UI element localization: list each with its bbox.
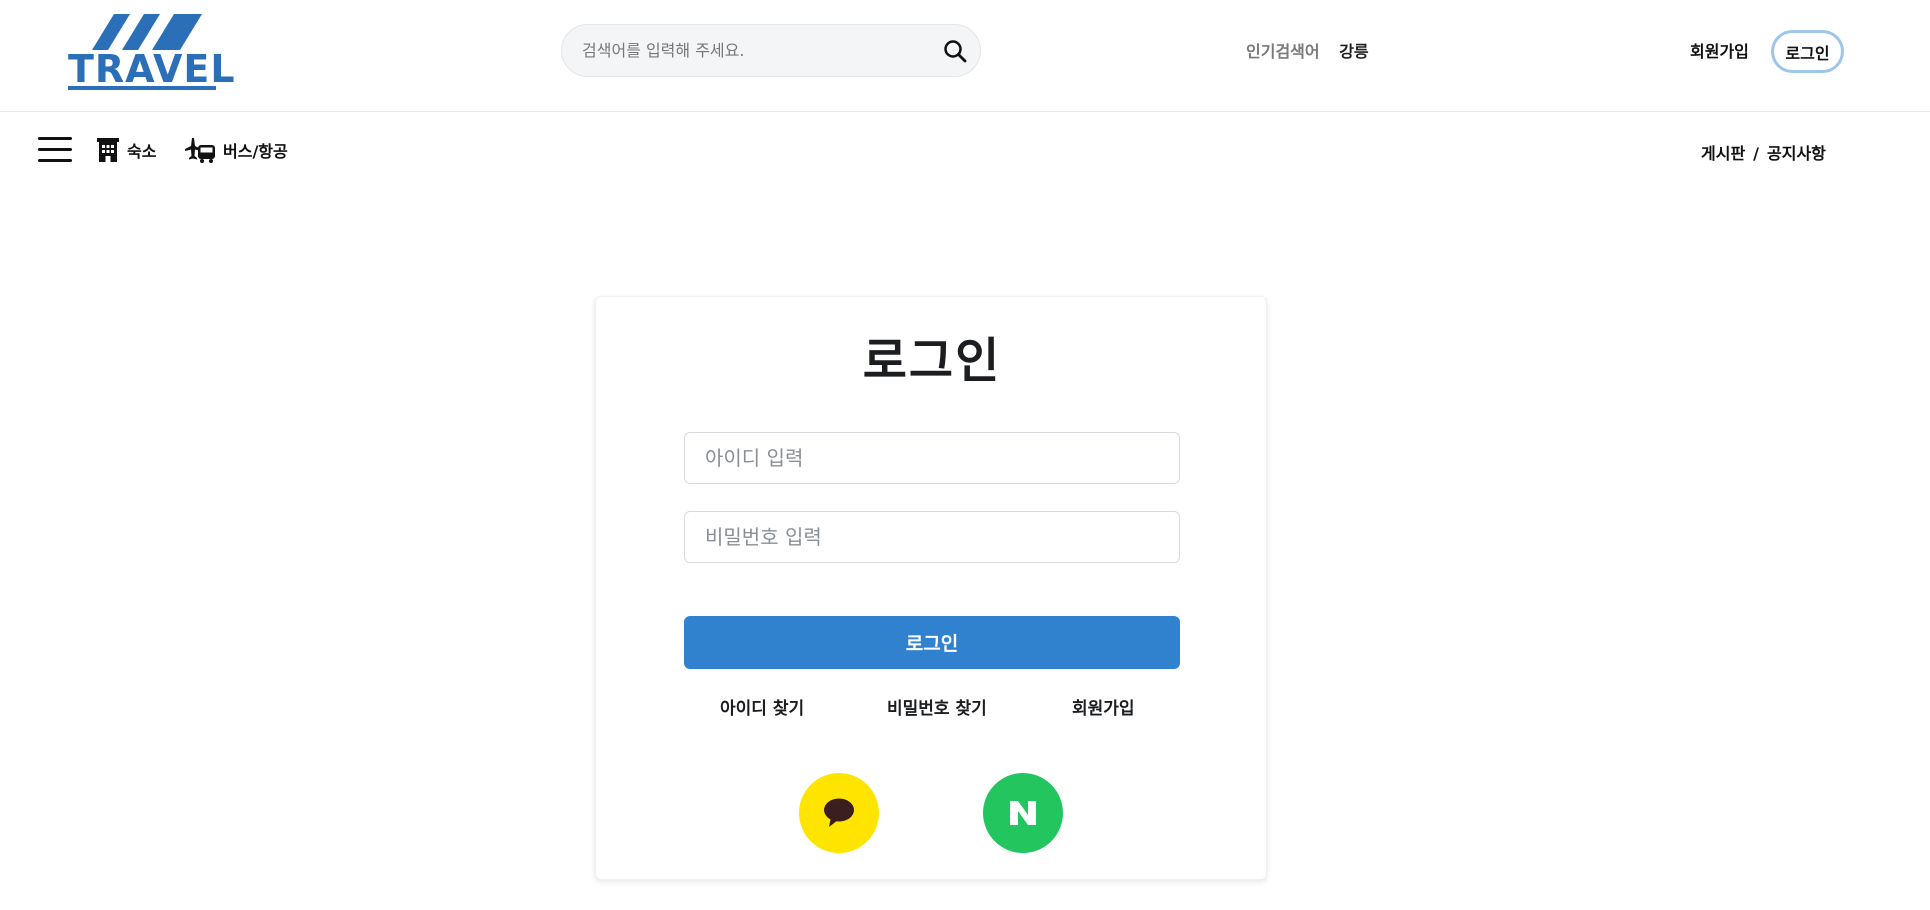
header-signup-link[interactable]: 회원가입 [1690,38,1749,62]
find-id-link[interactable]: 아이디 찾기 [720,694,804,719]
top-header: TRAVEL 인기검색어 강릉 회원가입 로그인 [0,0,1930,112]
nav-item-bus-flight[interactable]: 버스/항공 [183,137,288,163]
travel-logo[interactable]: TRAVEL [66,10,235,90]
password-input[interactable] [684,511,1180,563]
signup-link[interactable]: 회원가입 [1072,694,1135,719]
nav-separator: / [1753,144,1760,163]
search-icon[interactable] [942,38,968,64]
board-notice-links: 게시판 / 공지사항 [1701,140,1826,164]
plane-bus-icon [185,138,215,163]
board-link[interactable]: 게시판 [1701,144,1745,163]
popular-keyword[interactable]: 강릉 [1339,42,1368,61]
notice-link[interactable]: 공지사항 [1767,144,1826,163]
login-submit-button[interactable]: 로그인 [684,616,1180,669]
building-icon [97,138,119,162]
nav-item-lodging[interactable]: 숙소 [95,137,156,163]
popular-searches: 인기검색어 강릉 [1246,38,1369,62]
naver-login-button[interactable] [983,773,1063,853]
popular-label: 인기검색어 [1246,42,1320,61]
search-bar [561,24,981,77]
nav-item-label: 버스/항공 [223,142,288,161]
find-password-link[interactable]: 비밀번호 찾기 [887,694,987,719]
nav-item-label: 숙소 [127,142,157,161]
logo-underline [68,86,216,90]
login-title: 로그인 [862,333,1002,389]
user-id-input[interactable] [684,432,1180,484]
search-input[interactable] [582,25,922,76]
naver-icon [1010,801,1036,825]
hamburger-menu-icon[interactable] [38,137,72,163]
kakao-icon [824,798,854,827]
kakao-login-button[interactable] [799,773,879,853]
header-login-button[interactable]: 로그인 [1771,30,1844,73]
logo-stripes-icon [92,14,202,50]
logo-text: TRAVEL [68,47,236,91]
sub-navigation: 숙소 버스/항공 게시판 / 공지사항 [0,113,1930,187]
login-card: 로그인 로그인 아이디 찾기 비밀번호 찾기 회원가입 [595,296,1267,880]
